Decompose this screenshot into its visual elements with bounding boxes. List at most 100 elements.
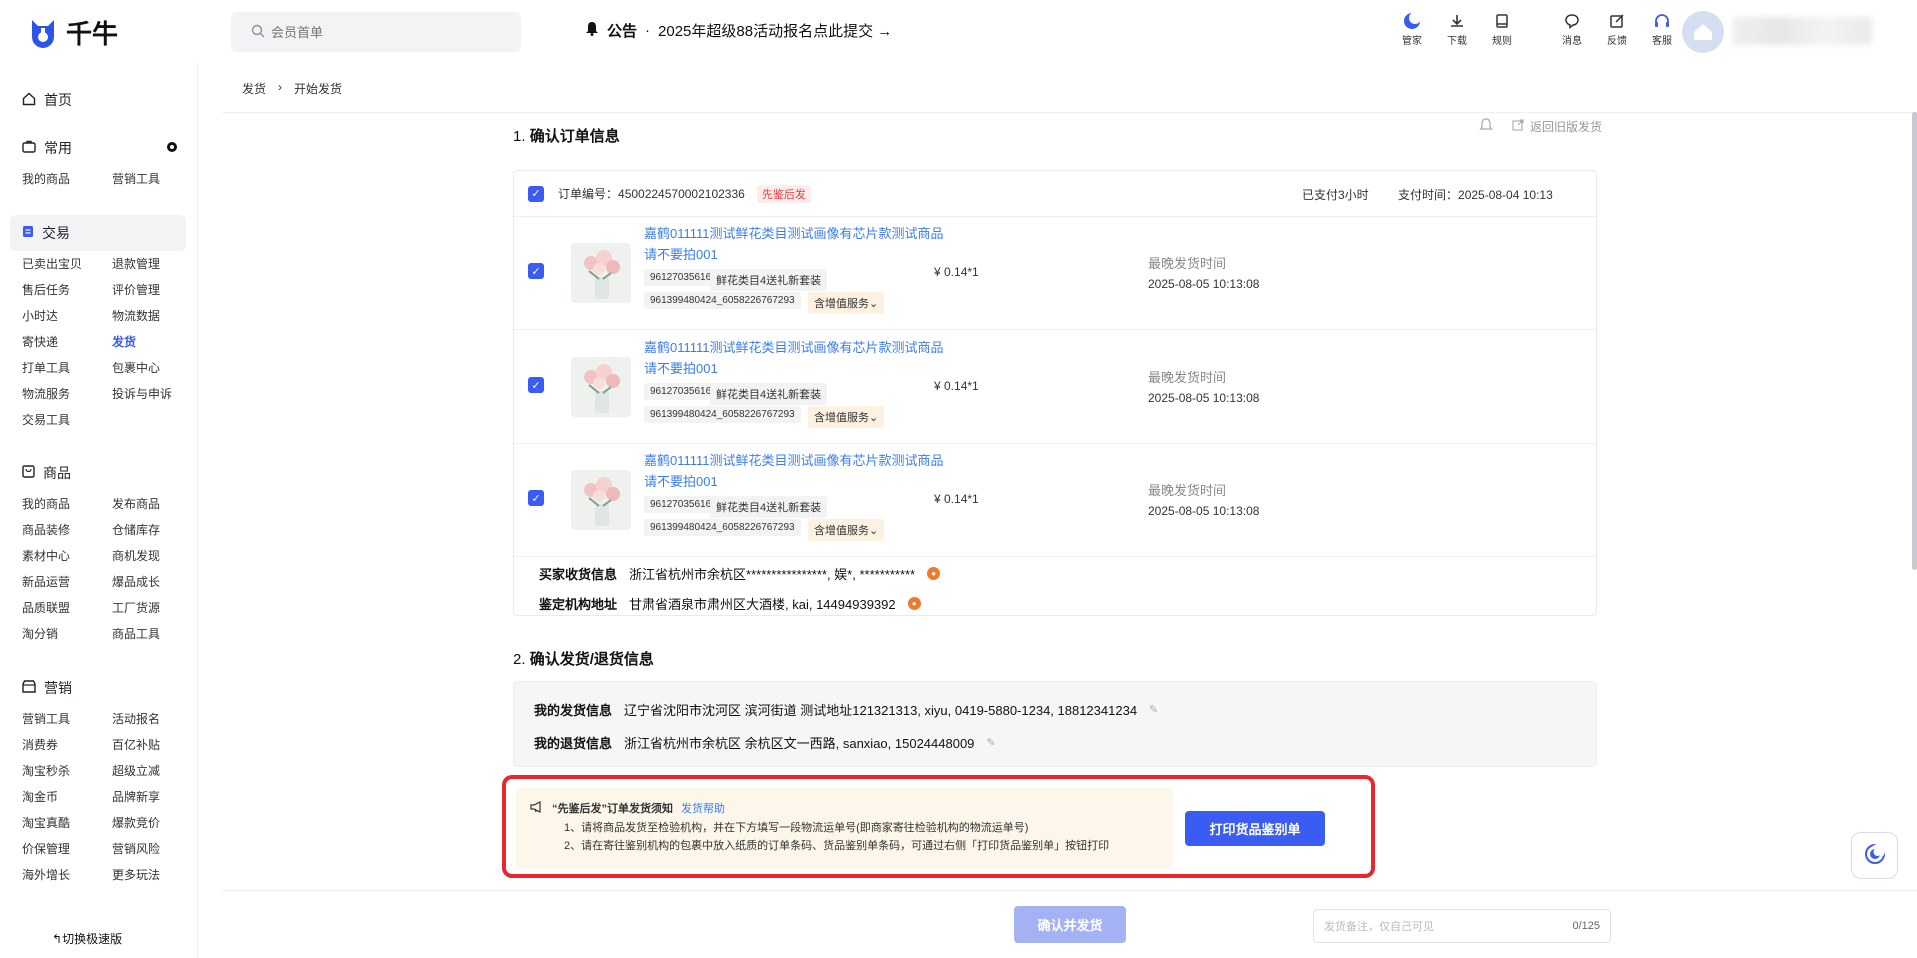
value-added-service-dropdown[interactable]: 含增值服务⌄ — [808, 292, 885, 314]
announcement-bar[interactable]: 公告 · 2025年超级88活动报名点此提交 → — [585, 20, 892, 41]
item-checkbox[interactable]: ✓ — [528, 263, 544, 279]
edit-icon[interactable]: ✎ — [1149, 703, 1158, 716]
sidebar-item[interactable]: 打单工具 — [22, 355, 112, 381]
old-version-link[interactable]: 返回旧版发货 — [1478, 117, 1602, 136]
product-title-link[interactable]: 嘉鹤011111测试鲜花类目测试画像有芯片款测试商品请不要拍001 — [644, 337, 944, 379]
confirm-ship-button[interactable]: 确认并发货 — [1014, 906, 1126, 943]
remark-input[interactable]: 发货备注，仅自己可见 0/125 — [1313, 909, 1611, 943]
buyer-address-label: 买家收货信息 — [539, 567, 618, 582]
sidebar-item[interactable]: 商机发现 — [112, 543, 198, 569]
search-input[interactable] — [271, 24, 511, 40]
sidebar-item-shipping-active[interactable]: 发货 — [112, 329, 198, 355]
sidebar-item[interactable]: 小时达 — [22, 303, 112, 329]
search-box[interactable] — [231, 12, 521, 52]
product-title-link[interactable]: 嘉鹤011111测试鲜花类目测试画像有芯片款测试商品请不要拍001 — [644, 223, 944, 265]
announcement-text[interactable]: 2025年超级88活动报名点此提交 → — [658, 20, 892, 41]
breadcrumb-parent[interactable]: 发货 — [242, 80, 266, 97]
sidebar-item[interactable]: 投诉与申诉 — [112, 381, 198, 407]
messages-button[interactable]: 消息 — [1550, 10, 1594, 47]
order-item: ✓ 嘉鹤011111测试鲜花类目测试画像有芯片款测试商品请不要拍001 9612… — [514, 217, 1596, 330]
sidebar-item[interactable]: 退款管理 — [112, 251, 198, 277]
order-checkbox[interactable]: ✓ — [528, 185, 544, 202]
avatar[interactable] — [1682, 11, 1724, 53]
sidebar-item[interactable]: 仓储库存 — [112, 517, 198, 543]
item-checkbox[interactable]: ✓ — [528, 490, 544, 506]
sidebar-item[interactable]: 消费券 — [22, 732, 112, 758]
order-item: ✓ 嘉鹤011111测试鲜花类目测试画像有芯片款测试商品请不要拍001 9612… — [514, 331, 1596, 444]
value-added-service-dropdown[interactable]: 含增值服务⌄ — [808, 519, 885, 541]
sidebar-item[interactable]: 新品运营 — [22, 569, 112, 595]
sidebar-item[interactable]: 评价管理 — [112, 277, 198, 303]
product-thumbnail[interactable] — [571, 243, 631, 303]
assistant-float-button[interactable] — [1851, 832, 1898, 879]
sidebar-head-goods[interactable]: 商品 — [10, 455, 186, 491]
location-pin-icon[interactable]: ● — [927, 567, 941, 580]
location-pin-icon[interactable]: ● — [907, 597, 921, 610]
butler-button[interactable]: 管家 — [1390, 10, 1434, 47]
send-info-row: 我的发货信息 辽宁省沈阳市沈河区 滨河街道 测试地址121321313, xiy… — [534, 700, 1158, 719]
sidebar-item[interactable]: 品质联盟 — [22, 595, 112, 621]
download-button[interactable]: 下载 — [1435, 10, 1479, 47]
sidebar-item-home[interactable]: 首页 — [22, 90, 72, 110]
top-icon-group: 管家 下载 规则 消息 反馈 客服 — [1390, 10, 1685, 47]
sidebar-item[interactable]: 我的商品 — [22, 166, 112, 192]
product-title-link[interactable]: 嘉鹤011111测试鲜花类目测试画像有芯片款测试商品请不要拍001 — [644, 450, 944, 492]
sidebar-item[interactable]: 超级立减 — [112, 758, 198, 784]
bell-outline-icon[interactable] — [1478, 117, 1494, 136]
item-price: ¥ 0.14*1 — [934, 492, 979, 506]
sidebar-item[interactable]: 工厂货源 — [112, 595, 198, 621]
sidebar-item[interactable]: 商品工具 — [112, 621, 198, 647]
sidebar-item[interactable]: 淘分销 — [22, 621, 112, 647]
sidebar-item[interactable]: 营销工具 — [22, 706, 112, 732]
sidebar-item[interactable]: 爆款竞价 — [112, 810, 198, 836]
sidebar-item[interactable]: 交易工具 — [22, 407, 112, 433]
product-thumbnail[interactable] — [571, 357, 631, 417]
sidebar-item[interactable]: 海外增长 — [22, 862, 112, 888]
scrollbar[interactable] — [1912, 112, 1917, 570]
order-badge: 先鉴后发 — [756, 184, 811, 203]
sidebar-item[interactable]: 营销工具 — [112, 166, 198, 192]
return-info-row: 我的退货信息 浙江省杭州市余杭区 余杭区文一西路, sanxiao, 15024… — [534, 733, 996, 752]
value-added-service-dropdown[interactable]: 含增值服务⌄ — [808, 406, 885, 428]
sidebar-item[interactable]: 物流服务 — [22, 381, 112, 407]
sidebar-item[interactable]: 已卖出宝贝 — [22, 251, 112, 277]
account-name-blurred[interactable] — [1732, 17, 1872, 45]
sidebar-item[interactable]: 爆品成长 — [112, 569, 198, 595]
feedback-button[interactable]: 反馈 — [1595, 10, 1639, 47]
print-appraisal-button[interactable]: 打印货品鉴别单 — [1185, 811, 1325, 846]
sidebar-item[interactable]: 发布商品 — [112, 491, 198, 517]
sidebar-item[interactable]: 更多玩法 — [112, 862, 198, 888]
switch-fast-version-button[interactable]: ↰切换极速版 — [52, 930, 122, 947]
buyer-address-row: 买家收货信息 浙江省杭州市余杭区****************, 娱*, **… — [539, 564, 941, 583]
sidebar-item[interactable]: 营销风险 — [112, 836, 198, 862]
shipping-help-link[interactable]: 发货帮助 — [681, 800, 725, 816]
logo[interactable]: 千牛 — [28, 14, 118, 51]
sidebar-item[interactable]: 售后任务 — [22, 277, 112, 303]
sidebar-item[interactable]: 淘宝真酷 — [22, 810, 112, 836]
sidebar-item[interactable]: 活动报名 — [112, 706, 198, 732]
gear-icon[interactable] — [166, 140, 178, 156]
sidebar-item[interactable]: 包裹中心 — [112, 355, 198, 381]
sidebar-head-common[interactable]: 常用 — [10, 130, 186, 166]
sidebar-item[interactable]: 淘宝秒杀 — [22, 758, 112, 784]
sidebar-item[interactable]: 我的商品 — [22, 491, 112, 517]
sidebar-item[interactable]: 寄快递 — [22, 329, 112, 355]
sidebar-item[interactable]: 素材中心 — [22, 543, 112, 569]
section-title-order: 1. 确认订单信息 — [513, 125, 620, 146]
notice-line-2: 2、请在寄往鉴别机构的包裹中放入纸质的订单条码、货品鉴别单条码，可通过右侧「打印… — [564, 840, 1110, 852]
sidebar-item[interactable]: 价保管理 — [22, 836, 112, 862]
rules-button[interactable]: 规则 — [1480, 10, 1524, 47]
edit-icon[interactable]: ✎ — [986, 736, 995, 749]
remark-counter: 0/125 — [1572, 920, 1600, 932]
sidebar-item[interactable]: 商品装修 — [22, 517, 112, 543]
item-checkbox[interactable]: ✓ — [528, 377, 544, 393]
sidebar-head-marketing[interactable]: 营销 — [10, 670, 186, 706]
sidebar-item[interactable]: 物流数据 — [112, 303, 198, 329]
support-button[interactable]: 客服 — [1640, 10, 1684, 47]
sidebar-section-marketing: 营销 营销工具 活动报名 消费券 百亿补贴 淘宝秒杀 超级立减 淘金币 品牌新享… — [10, 670, 186, 888]
product-thumbnail[interactable] — [571, 470, 631, 530]
sidebar-item[interactable]: 品牌新享 — [112, 784, 198, 810]
sidebar-head-trade[interactable]: 交易 — [10, 215, 186, 251]
sidebar-item[interactable]: 百亿补贴 — [112, 732, 198, 758]
sidebar-item[interactable]: 淘金币 — [22, 784, 112, 810]
